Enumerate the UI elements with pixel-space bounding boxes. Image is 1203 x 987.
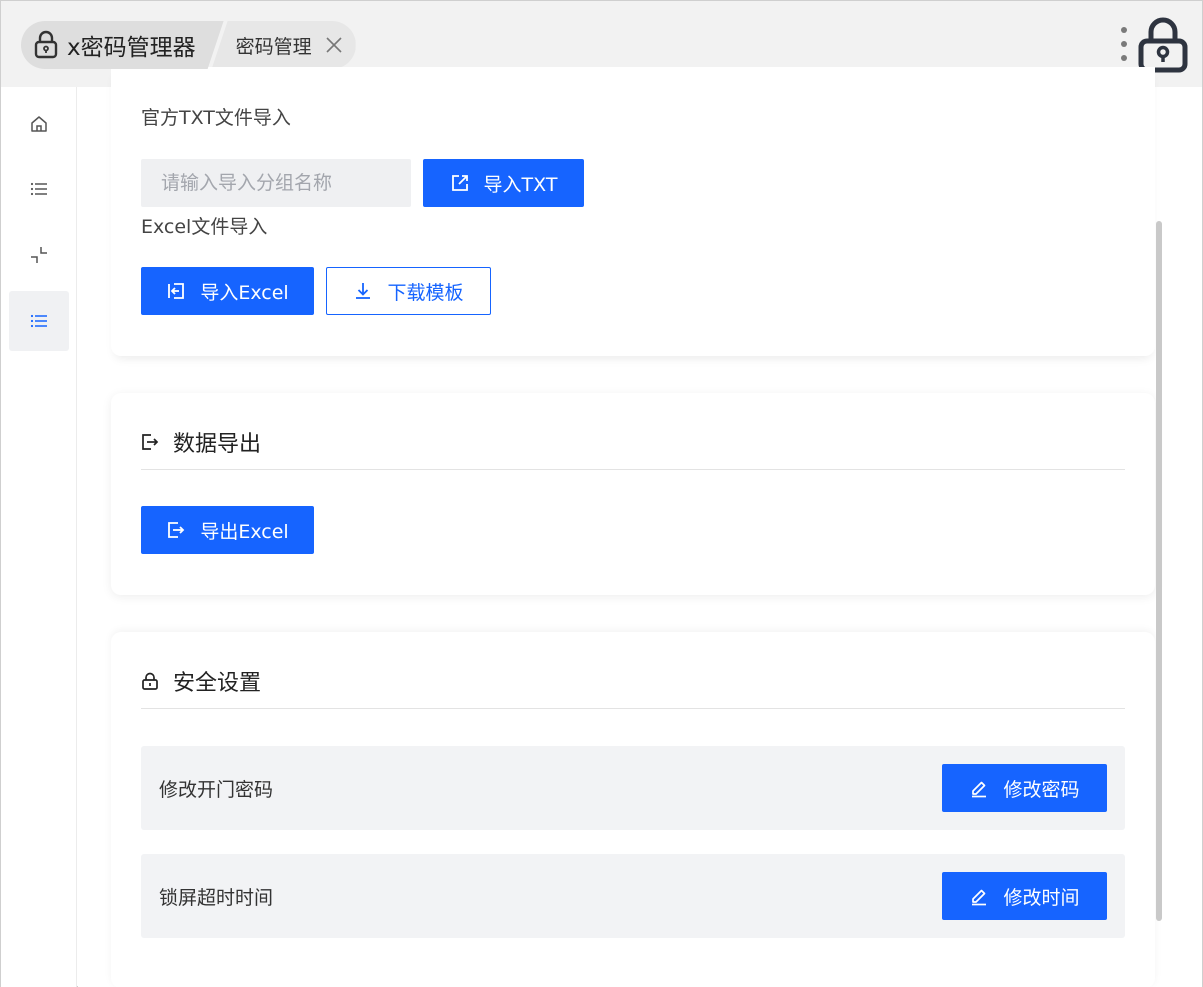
export-card-header: 数据导出 (141, 423, 1125, 470)
list-icon (30, 314, 47, 328)
tab-label: 密码管理 (235, 35, 312, 58)
change-time-label: 修改时间 (1003, 886, 1080, 909)
export-title: 数据导出 (173, 432, 262, 457)
lock-icon (142, 672, 158, 690)
sidebar-item-settings[interactable] (9, 291, 69, 351)
more-menu-icon[interactable] (1119, 27, 1129, 61)
collapse-icon (31, 247, 47, 263)
import-txt-label: 导入TXT (483, 173, 558, 196)
sidebar-item-list[interactable] (9, 159, 69, 219)
import-txt-button[interactable]: 导入TXT (423, 159, 584, 207)
download-icon (356, 283, 371, 299)
setting-label: 修改开门密码 (159, 778, 274, 801)
import-icon (168, 283, 185, 299)
download-template-button[interactable]: 下载模板 (326, 267, 491, 315)
export-card: 数据导出 导出Excel (111, 393, 1155, 595)
excel-import-label: Excel文件导入 (141, 216, 268, 238)
vertical-scrollbar[interactable] (1156, 221, 1162, 921)
security-card-header: 安全设置 (141, 662, 1125, 709)
sidebar (1, 87, 77, 987)
change-password-button[interactable]: 修改密码 (942, 764, 1107, 812)
security-card: 安全设置 修改开门密码 修改密码 锁屏超时时间 修改时间 (111, 632, 1155, 987)
app-title-tab[interactable]: x密码管理器 (21, 21, 224, 69)
list-icon (30, 182, 47, 196)
change-time-button[interactable]: 修改时间 (942, 872, 1107, 920)
sidebar-item-collapse[interactable] (9, 225, 69, 285)
import-card: 官方TXT文件导入 导入TXT Excel文件导入 导入Excel (111, 67, 1155, 356)
tab-password-management[interactable]: 密码管理 (211, 21, 356, 69)
export-icon (142, 434, 159, 450)
txt-import-label: 官方TXT文件导入 (141, 107, 291, 129)
group-name-input[interactable] (141, 159, 411, 207)
change-password-label: 修改密码 (1003, 778, 1080, 801)
lock-icon (33, 30, 59, 60)
setting-label: 锁屏超时时间 (159, 886, 274, 909)
setting-row-unlock-password: 修改开门密码 修改密码 (141, 746, 1125, 830)
close-icon[interactable] (324, 35, 344, 55)
export-excel-button[interactable]: 导出Excel (141, 506, 314, 554)
import-excel-button[interactable]: 导入Excel (141, 267, 314, 315)
external-link-icon (451, 175, 468, 191)
security-title: 安全设置 (173, 671, 262, 696)
download-template-label: 下载模板 (387, 281, 464, 304)
export-excel-label: 导出Excel (200, 520, 289, 543)
tab-strip: x密码管理器 密码管理 (21, 21, 356, 69)
lock-screen-icon[interactable] (1137, 17, 1189, 73)
edit-icon (972, 889, 987, 906)
import-excel-label: 导入Excel (200, 281, 289, 304)
home-icon (31, 116, 47, 132)
sidebar-item-home[interactable] (9, 94, 69, 154)
setting-row-lock-timeout: 锁屏超时时间 修改时间 (141, 854, 1125, 938)
app-title: x密码管理器 (67, 35, 196, 61)
edit-icon (972, 781, 987, 798)
main-content[interactable]: 官方TXT文件导入 导入TXT Excel文件导入 导入Excel (78, 67, 1202, 987)
export-icon (168, 522, 185, 538)
